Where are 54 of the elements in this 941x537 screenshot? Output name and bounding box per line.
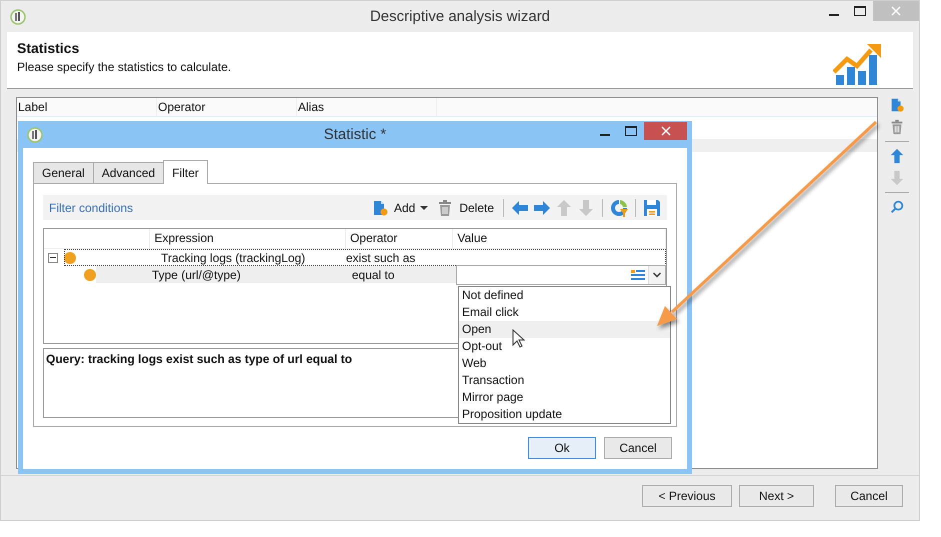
next-button[interactable]: Next > [739,485,814,507]
cancel-button[interactable]: Cancel [835,485,903,507]
close-icon [660,126,670,136]
minimize-icon [600,134,610,136]
dropdown-option[interactable]: Mirror page [459,389,670,406]
add-icon[interactable] [889,97,905,113]
add-button[interactable]: Add [368,198,430,216]
previous-button[interactable]: < Previous [642,485,732,507]
app-logo-icon [27,126,43,142]
tab[interactable]: Advanced [92,162,164,183]
column-header[interactable]: Operator [346,229,454,248]
value-dropdown[interactable] [456,264,666,284]
dropdown-option[interactable]: Web [459,355,670,372]
page-title: Statistics [17,40,80,56]
trash-icon[interactable] [889,119,905,135]
chart-filter-icon[interactable] [610,198,628,216]
column-header[interactable]: Operator [157,98,297,116]
close-button[interactable] [644,122,687,140]
app-logo-icon [10,8,26,24]
expression-cell-text: Type (url/@type) [150,268,242,282]
column-header[interactable]: Label [17,98,157,116]
minimize-icon [829,14,839,16]
dropdown-option[interactable]: Transaction [459,372,670,389]
tab[interactable]: Filter [163,160,208,184]
dialog-title: Statistic * [324,126,386,143]
search-icon[interactable] [889,199,905,215]
tab[interactable]: General [33,162,94,183]
list-icon[interactable] [631,268,645,280]
column-header[interactable]: Expression [150,229,346,248]
save-icon[interactable] [643,198,661,216]
maximize-icon [625,126,637,136]
column-header[interactable]: Value [453,229,666,248]
left-arrow-icon[interactable] [511,198,529,216]
dropdown-option[interactable]: Open [459,321,670,338]
ok-button[interactable]: Ok [528,437,596,459]
right-arrow-icon[interactable] [533,198,551,216]
condition-dot-icon [64,252,76,264]
column-header[interactable]: Alias [297,98,437,116]
collapse-icon[interactable] [48,252,58,262]
operator-cell-text: equal to [350,268,396,282]
chevron-down-icon[interactable] [653,272,661,278]
maximize-icon [854,6,866,16]
cancel-button[interactable]: Cancel [604,437,672,459]
condition-dot-icon [84,268,96,280]
mouse-pointer-icon [512,329,525,348]
operator-cell-text: exist such as [345,250,416,264]
dropdown-option[interactable]: Not defined [459,287,670,304]
window-title: Descriptive analysis wizard [370,8,550,25]
close-icon [891,6,901,16]
delete-button[interactable]: Delete [434,198,496,216]
up-arrow-icon[interactable] [889,148,905,164]
expression-cell-text: Tracking logs (trackingLog) [160,250,306,264]
filter-conditions-label: Filter conditions [49,200,134,214]
page-subtitle: Please specify the statistics to calculate. [17,60,232,74]
